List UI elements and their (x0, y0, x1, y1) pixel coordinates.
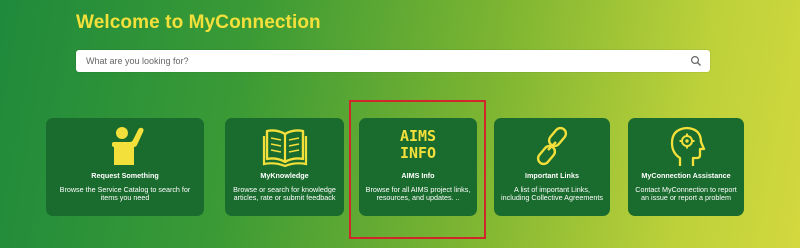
card-title: MyKnowledge (260, 171, 309, 180)
card-title: MyConnection Assistance (641, 171, 731, 180)
card-aims-info[interactable]: AIMS INFO AIMS Info Browse for all AIMS … (359, 118, 477, 216)
chain-link-icon (536, 126, 568, 166)
card-description: Browse or search for knowledge articles,… (233, 185, 336, 203)
search-bar[interactable] (76, 50, 710, 72)
card-myknowledge[interactable]: MyKnowledge Browse or search for knowled… (225, 118, 344, 216)
search-input[interactable] (76, 50, 676, 72)
page-title: Welcome to MyConnection (76, 12, 321, 33)
head-gear-icon (670, 126, 706, 166)
card-title: AIMS Info (401, 171, 435, 180)
aims-logo-line2: INFO (399, 144, 437, 162)
aims-logo-line1: AIMS (399, 127, 437, 145)
card-description: Browse the Service Catalog to search for… (59, 185, 191, 203)
card-myconnection-assistance[interactable]: MyConnection Assistance Contact MyConnec… (628, 118, 744, 216)
search-icon[interactable] (690, 55, 702, 67)
card-description: Contact MyConnection to report an issue … (635, 185, 737, 203)
card-important-links[interactable]: Important Links A list of important Link… (494, 118, 610, 216)
person-raising-hand-icon (112, 127, 144, 165)
card-title: Important Links (525, 171, 579, 180)
open-book-icon (262, 129, 307, 168)
card-request-something[interactable]: Request Something Browse the Service Cat… (46, 118, 204, 216)
aims-info-logo: AIMS INFO (359, 124, 477, 172)
card-description: A list of important Links, including Col… (501, 185, 603, 203)
card-description: Browse for all AIMS project links, resou… (365, 185, 471, 203)
card-title: Request Something (91, 171, 159, 180)
